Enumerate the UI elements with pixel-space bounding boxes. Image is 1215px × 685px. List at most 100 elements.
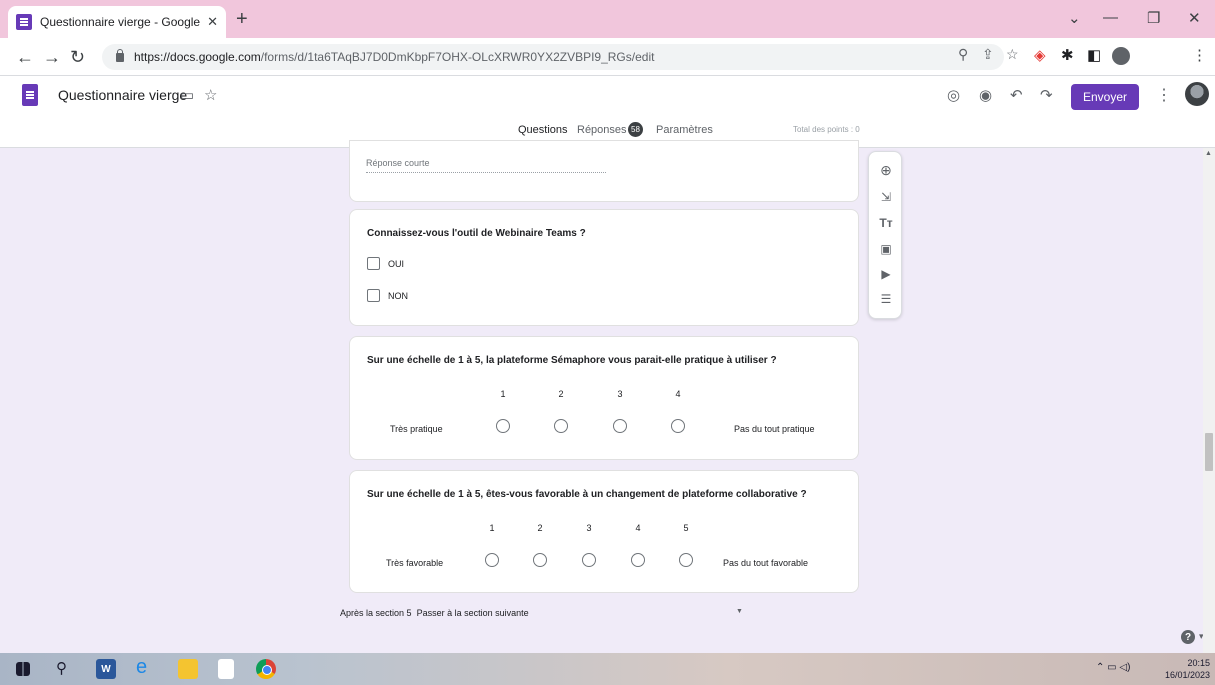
question-card-short-answer[interactable]: Réponse courte bbox=[349, 140, 859, 202]
address-bar[interactable]: https://docs.google.com/forms/d/1ta6TAqB… bbox=[102, 44, 1004, 70]
browser-tab-title: Questionnaire vierge - Google Fo bbox=[40, 15, 202, 29]
send-button[interactable]: Envoyer bbox=[1071, 84, 1139, 110]
redo-icon[interactable]: ↷ bbox=[1040, 86, 1053, 104]
scale-radio[interactable] bbox=[679, 553, 693, 567]
network-icon[interactable]: ▭ bbox=[1107, 662, 1116, 673]
new-tab-button[interactable]: + bbox=[236, 8, 248, 31]
scale-radio[interactable] bbox=[533, 553, 547, 567]
scrollbar-thumb[interactable] bbox=[1205, 433, 1213, 471]
clock-time: 20:15 bbox=[1187, 658, 1210, 668]
scale-min-label: Très pratique bbox=[390, 424, 443, 434]
question-card-teams[interactable]: Connaissez-vous l'outil de Webinaire Tea… bbox=[349, 209, 859, 326]
checkbox-option[interactable]: OUI bbox=[367, 257, 404, 270]
browser-tab[interactable]: Questionnaire vierge - Google Fo ✕ bbox=[8, 6, 226, 38]
undo-icon[interactable]: ↶ bbox=[1010, 86, 1023, 104]
extensions-puzzle-icon[interactable]: ✱ bbox=[1061, 46, 1074, 64]
after-section-dropdown[interactable]: Après la section 5 Passer à la section s… bbox=[340, 608, 529, 618]
scale-number: 2 bbox=[537, 523, 543, 533]
total-points: Total des points : 0 bbox=[793, 125, 860, 134]
move-to-folder-icon[interactable]: ▭ bbox=[180, 86, 194, 104]
side-panel-icon[interactable]: ◧ bbox=[1087, 46, 1101, 64]
account-avatar[interactable] bbox=[1185, 82, 1209, 106]
search-icon[interactable]: ⚲ bbox=[56, 659, 67, 679]
scale-radio[interactable] bbox=[671, 419, 685, 433]
import-questions-icon[interactable]: ⇲ bbox=[869, 190, 903, 204]
add-title-icon[interactable]: Tт bbox=[869, 216, 903, 230]
question-title: Sur une échelle de 1 à 5, êtes-vous favo… bbox=[367, 489, 807, 500]
short-answer-line bbox=[366, 172, 606, 173]
forms-favicon-icon bbox=[16, 14, 32, 30]
restore-icon[interactable]: ❐ bbox=[1147, 9, 1160, 27]
checkbox-option[interactable]: NON bbox=[367, 289, 408, 302]
palette-icon[interactable]: ◎ bbox=[947, 86, 960, 104]
add-video-icon[interactable]: ▶ bbox=[869, 267, 903, 281]
more-options-icon[interactable]: ⋮ bbox=[1156, 85, 1172, 105]
page-scrollbar[interactable]: ▲ bbox=[1203, 148, 1215, 653]
option-label: NON bbox=[388, 290, 408, 301]
scale-radio[interactable] bbox=[631, 553, 645, 567]
edge-browser-icon[interactable]: e bbox=[136, 656, 147, 678]
forward-icon[interactable]: → bbox=[43, 47, 61, 68]
scale-min-label: Très favorable bbox=[386, 558, 444, 568]
checkbox[interactable] bbox=[367, 257, 380, 270]
notepad-icon[interactable] bbox=[218, 659, 234, 679]
scale-radio[interactable] bbox=[496, 419, 510, 433]
tray-chevron-icon[interactable]: ⌃ bbox=[1096, 662, 1104, 673]
chrome-app-icon[interactable] bbox=[256, 659, 276, 679]
close-window-icon[interactable]: ✕ bbox=[1188, 9, 1201, 27]
browser-toolbar: ← → ↻ https://docs.google.com/forms/d/1t… bbox=[0, 38, 1215, 76]
checkbox[interactable] bbox=[367, 289, 380, 302]
question-card-semaphore[interactable]: Sur une échelle de 1 à 5, la plateforme … bbox=[349, 336, 859, 460]
scale-radio[interactable] bbox=[613, 419, 627, 433]
scale-number: 1 bbox=[500, 389, 506, 399]
add-image-icon[interactable]: ▣ bbox=[869, 242, 903, 256]
close-tab-icon[interactable]: ✕ bbox=[207, 14, 218, 30]
scroll-up-icon[interactable]: ▲ bbox=[1205, 150, 1212, 157]
add-section-icon[interactable]: ☰ bbox=[869, 292, 903, 306]
google-forms-logo-icon[interactable] bbox=[22, 84, 38, 106]
windows-start-icon[interactable] bbox=[16, 662, 30, 676]
scale-max-label: Pas du tout pratique bbox=[734, 424, 815, 434]
reload-icon[interactable]: ↻ bbox=[70, 47, 85, 68]
forms-header: Questionnaire vierge ▭ ☆ ◎ ◉ ↶ ↷ Envoyer… bbox=[0, 76, 1215, 148]
scale-number: 3 bbox=[617, 389, 623, 399]
form-title[interactable]: Questionnaire vierge bbox=[58, 87, 187, 103]
word-app-icon[interactable]: W bbox=[96, 659, 116, 679]
scale-radio[interactable] bbox=[554, 419, 568, 433]
lock-icon bbox=[116, 48, 124, 62]
zoom-icon[interactable]: ⚲ bbox=[958, 46, 968, 63]
preview-eye-icon[interactable]: ◉ bbox=[979, 86, 992, 104]
scale-max-label: Pas du tout favorable bbox=[723, 558, 809, 568]
scale-number: 3 bbox=[586, 523, 592, 533]
add-question-icon[interactable]: ⊕ bbox=[869, 162, 903, 179]
url-text: https://docs.google.com/forms/d/1ta6TAqB… bbox=[134, 50, 655, 64]
extension-icon[interactable]: ◈ bbox=[1034, 46, 1046, 64]
option-label: OUI bbox=[388, 258, 405, 269]
scale-number: 1 bbox=[489, 523, 495, 533]
question-card-collab[interactable]: Sur une échelle de 1 à 5, êtes-vous favo… bbox=[349, 470, 859, 593]
file-explorer-icon[interactable] bbox=[178, 659, 198, 679]
share-icon[interactable]: ⇪ bbox=[982, 46, 994, 63]
question-toolbar: ⊕ ⇲ Tт ▣ ▶ ☰ bbox=[868, 151, 902, 319]
system-tray[interactable]: ⌃ ▭ ◁) bbox=[1096, 662, 1130, 673]
back-icon[interactable]: ← bbox=[16, 47, 34, 68]
scale-radio[interactable] bbox=[485, 553, 499, 567]
tab-settings[interactable]: Paramètres bbox=[656, 124, 713, 136]
bookmark-star-icon[interactable]: ☆ bbox=[1006, 46, 1019, 63]
scale-number: 5 bbox=[683, 523, 689, 533]
volume-icon[interactable]: ◁) bbox=[1119, 662, 1130, 673]
help-icon[interactable]: ? bbox=[1181, 630, 1195, 644]
question-title: Sur une échelle de 1 à 5, la plateforme … bbox=[367, 355, 777, 366]
scale-number: 4 bbox=[675, 389, 681, 399]
tab-questions[interactable]: Questions bbox=[518, 124, 568, 136]
scale-radio[interactable] bbox=[582, 553, 596, 567]
taskbar-clock[interactable]: 20:15 16/01/2023 bbox=[1158, 657, 1210, 681]
dropdown-arrow-icon[interactable]: ▼ bbox=[736, 608, 743, 615]
minimize-icon[interactable]: — bbox=[1103, 9, 1118, 26]
tab-responses[interactable]: Réponses bbox=[577, 124, 627, 136]
chrome-menu-icon[interactable]: ⋮ bbox=[1192, 46, 1207, 64]
profile-avatar[interactable] bbox=[1112, 47, 1130, 65]
scale-number: 2 bbox=[558, 389, 564, 399]
star-icon[interactable]: ☆ bbox=[204, 86, 217, 104]
tab-search-chevron-icon[interactable]: ⌄ bbox=[1068, 9, 1081, 27]
